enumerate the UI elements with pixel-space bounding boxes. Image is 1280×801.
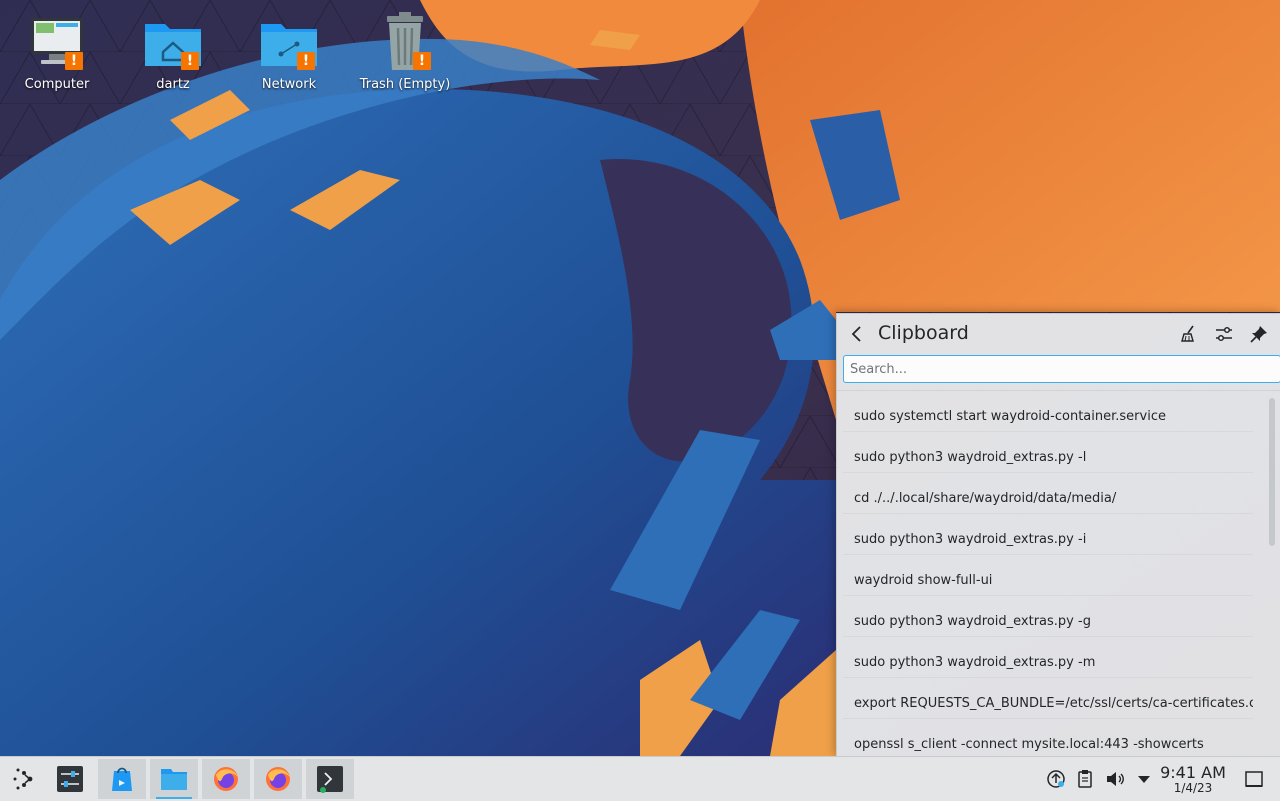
warning-badge: ! xyxy=(181,52,199,70)
desktop-icon-label: Computer xyxy=(24,77,90,92)
dolphin-button[interactable] xyxy=(150,759,198,799)
trash-icon: ! xyxy=(373,10,437,74)
desktop-icon-home-folder[interactable]: ! dartz xyxy=(123,10,223,92)
updates-icon[interactable] xyxy=(1046,769,1066,789)
clipboard-search-input[interactable] xyxy=(843,355,1280,383)
clipboard-history-list: sudo systemctl start waydroid-container.… xyxy=(843,391,1253,757)
clock-time[interactable]: 9:41 AM xyxy=(1160,763,1226,782)
clipboard-icon[interactable] xyxy=(1075,769,1095,789)
app-launcher-button[interactable] xyxy=(0,759,48,799)
discover-button[interactable] xyxy=(98,759,146,799)
clock-date[interactable]: 1/4/23 xyxy=(1160,781,1226,795)
show-desktop-icon[interactable] xyxy=(1244,769,1264,789)
expand-arrow-icon[interactable] xyxy=(1134,769,1154,789)
system-settings-button[interactable] xyxy=(46,759,94,799)
clipboard-item[interactable]: export REQUESTS_CA_BUNDLE=/etc/ssl/certs… xyxy=(843,678,1253,719)
active-window-indicator xyxy=(156,797,192,799)
volume-icon[interactable] xyxy=(1105,769,1125,789)
desktop-icon-computer[interactable]: ! Computer xyxy=(7,10,107,92)
clipboard-item[interactable]: sudo python3 waydroid_extras.py -m xyxy=(843,637,1253,678)
warning-badge: ! xyxy=(413,52,431,70)
warning-badge: ! xyxy=(297,52,315,70)
firefox-button[interactable] xyxy=(254,759,302,799)
discover-icon xyxy=(112,767,132,791)
app-launcher-icon xyxy=(13,768,33,790)
firefox-icon xyxy=(266,767,290,791)
desktop-icon-label: dartz xyxy=(156,77,190,92)
desktop-icon-label: Network xyxy=(261,77,317,92)
clipboard-item[interactable]: sudo python3 waydroid_extras.py -i xyxy=(843,514,1253,555)
firefox-icon xyxy=(214,767,238,791)
home-folder-icon: ! xyxy=(141,10,205,74)
clipboard-item[interactable]: waydroid show-full-ui xyxy=(843,555,1253,596)
sliders-icon[interactable] xyxy=(1214,324,1234,344)
clipboard-popup: Clipboard sudo systemctl start waydroid-… xyxy=(836,313,1280,757)
clipboard-header: Clipboard xyxy=(837,314,1280,354)
taskbar: 9:41 AM 1/4/23 xyxy=(0,756,1280,801)
clipboard-item[interactable]: cd ./../.local/share/waydroid/data/media… xyxy=(843,473,1253,514)
system-settings-icon xyxy=(57,766,83,792)
scrollbar-thumb[interactable] xyxy=(1269,398,1275,546)
clipboard-title: Clipboard xyxy=(878,322,969,344)
clipboard-item[interactable]: sudo python3 waydroid_extras.py -g xyxy=(843,596,1253,637)
pin-icon[interactable] xyxy=(1249,324,1269,344)
firefox-button[interactable] xyxy=(202,759,250,799)
desktop-icon-label: Trash (Empty) xyxy=(359,77,451,92)
clipboard-item[interactable]: openssl s_client -connect mysite.local:4… xyxy=(843,719,1253,757)
back-arrow-icon[interactable] xyxy=(847,324,867,344)
desktop-icon-network[interactable]: ! Network xyxy=(239,10,339,92)
konsole-button[interactable] xyxy=(306,759,354,799)
desktop-icon-trash[interactable]: ! Trash (Empty) xyxy=(355,10,455,92)
warning-badge: ! xyxy=(65,52,83,70)
clipboard-item[interactable]: sudo systemctl start waydroid-container.… xyxy=(843,391,1253,432)
dolphin-icon xyxy=(161,769,187,790)
broom-icon[interactable] xyxy=(1179,324,1199,344)
network-folder-icon: ! xyxy=(257,10,321,74)
computer-icon: ! xyxy=(25,10,89,74)
clipboard-item[interactable]: sudo python3 waydroid_extras.py -l xyxy=(843,432,1253,473)
konsole-icon xyxy=(317,766,343,793)
